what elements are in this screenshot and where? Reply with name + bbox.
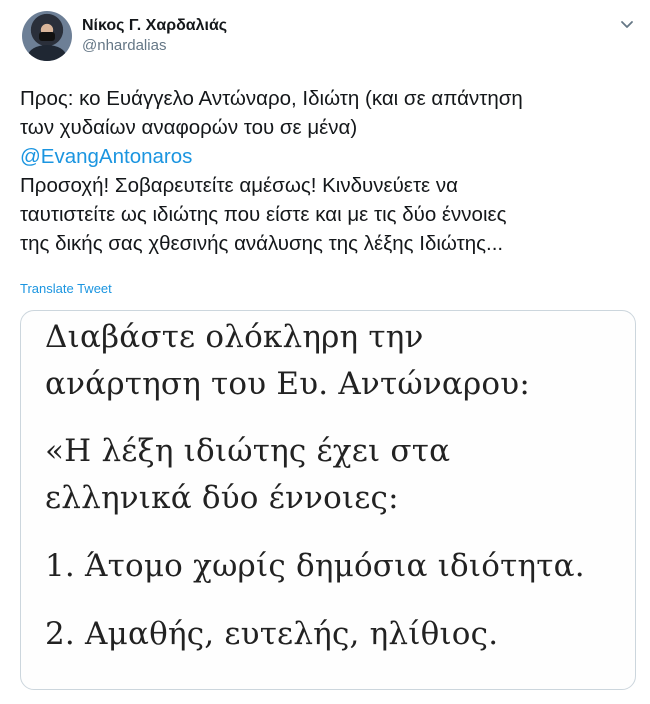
tweet-line: Προς: κο Ευάγγελο Αντώναρο, Ιδιώτη (και … — [20, 87, 523, 110]
author-name[interactable]: Νίκος Γ. Χαρδαλιάς — [82, 17, 227, 35]
tweet-line: ταυτιστείτε ως ιδιώτης που είστε και με … — [20, 203, 507, 226]
image-text-line: Διαβάστε ολόκληρη την — [45, 319, 424, 355]
avatar-mask — [39, 32, 55, 41]
translate-tweet-link[interactable]: Translate Tweet — [20, 281, 112, 296]
chevron-down-icon[interactable] — [618, 15, 636, 33]
image-text-line: 2. Αμαθής, ευτελής, ηλίθιος. — [45, 616, 499, 652]
avatar[interactable] — [22, 11, 72, 61]
tweet-line: των χυδαίων αναφορών του σε μένα) — [20, 116, 358, 139]
image-text-line: 1. Άτομο χωρίς δημόσια ιδιότητα. — [45, 548, 585, 584]
mention-link[interactable]: @EvangAntonaros — [20, 145, 192, 168]
tweet-line: της δικής σας χθεσινής ανάλυσης της λέξη… — [20, 232, 504, 255]
tweet-line: Προσοχή! Σοβαρευτείτε αμέσως! Κινδυνεύετ… — [20, 174, 458, 197]
tweet-text: Προς: κο Ευάγγελο Αντώναρο, Ιδιώτη (και … — [20, 84, 640, 258]
author-handle[interactable]: @nhardalias — [82, 37, 166, 54]
tweet-image[interactable]: Διαβάστε ολόκληρη την ανάρτηση του Ευ. Α… — [20, 310, 636, 690]
avatar-shoulders — [28, 45, 66, 61]
image-text-line: ανάρτηση του Ευ. Αντώναρου: — [45, 366, 530, 402]
image-text-line: ελληνικά δύο έννοιες: — [45, 480, 399, 516]
image-text-line: «Η λέξη ιδιώτης έχει στα — [45, 433, 451, 469]
